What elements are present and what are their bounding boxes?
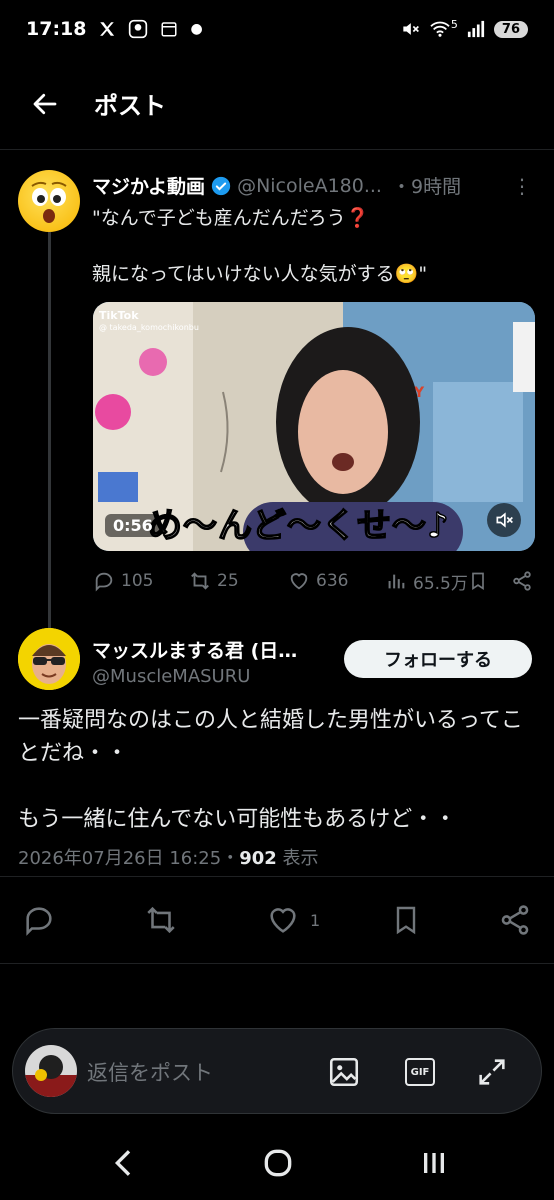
arrow-left-icon: [33, 93, 57, 114]
like-button[interactable]: 1: [266, 903, 320, 937]
reply-views-label: 表示: [276, 848, 319, 869]
tiktok-username: @ takeda_komochikonbu: [99, 323, 199, 332]
more-options-icon[interactable]: ⋮: [512, 174, 532, 198]
gif-icon: GIF: [405, 1058, 435, 1086]
memoji-face-icon: [18, 628, 80, 690]
reply-author-avatar[interactable]: [18, 628, 80, 690]
reply-author-handle[interactable]: @MuscleMASURU: [92, 666, 250, 687]
page-title: ポスト: [94, 92, 166, 120]
profile-notification-icon: [129, 19, 148, 39]
more-notifications-dot: ●: [190, 21, 203, 37]
mute-status-icon: [403, 23, 419, 35]
repost-icon: [147, 906, 175, 934]
reply-author-name[interactable]: マッスルまする君 (日…: [92, 636, 297, 663]
mute-toggle-button[interactable]: [487, 503, 521, 537]
speaker-muted-icon: [496, 512, 513, 528]
back-button[interactable]: [30, 84, 70, 124]
reply-text-line: もう一緒に住んでない可能性もあるけど・・: [18, 807, 457, 832]
reply-icon: [95, 572, 113, 592]
surprised-face-emoji-icon: [31, 181, 67, 223]
reply-timestamp: 2026年07月26日 16:25・: [18, 848, 240, 869]
reply-view-count[interactable]: 902: [239, 848, 277, 869]
repost-icon: [191, 572, 209, 590]
reply-action-bar: 1: [0, 876, 554, 964]
add-gif-button[interactable]: GIF: [403, 1055, 437, 1089]
tweet-text-line: "なんで子ども産んだんだろう❓: [92, 207, 370, 229]
author-avatar[interactable]: [18, 170, 80, 232]
image-icon: [329, 1057, 359, 1087]
reply-meta: 2026年07月26日 16:25・902 表示: [18, 844, 319, 870]
system-back-button[interactable]: [104, 1143, 144, 1183]
reply-button[interactable]: [22, 903, 56, 937]
heart-icon: [270, 908, 296, 933]
heart-icon: [290, 573, 308, 590]
tweet-time: ・9時間: [391, 176, 462, 198]
reply-icon: [26, 907, 52, 936]
views-chart-icon: [388, 574, 405, 589]
tweet-text-line: 親になってはいけない人な気がする🙄": [92, 263, 428, 285]
home-circle-icon: [264, 1149, 292, 1177]
top-bar: ポスト: [0, 58, 554, 150]
share-icon: [501, 905, 529, 935]
reply-input-placeholder[interactable]: 返信をポスト: [87, 1057, 213, 1087]
share-button[interactable]: [498, 903, 532, 937]
tweet-text: "なんで子ども産んだんだろう❓ 親になってはいけない人な気がする🙄": [92, 204, 532, 316]
calendar-notification-icon: [161, 22, 177, 37]
tiktok-watermark: TikTok @ takeda_komochikonbu: [99, 310, 199, 334]
bookmark-icon: [472, 572, 484, 591]
system-home-button[interactable]: [258, 1143, 298, 1183]
wifi-generation-label: 5: [450, 17, 458, 31]
reply-count: 105: [121, 571, 154, 591]
bookmark-button[interactable]: [390, 903, 422, 937]
cell-signal-icon: [467, 20, 485, 38]
status-bar: 17:18 ● 5 76: [0, 0, 554, 58]
tweet-header: マジかよ動画 @NicoleA180... ・9時間 ⋮: [92, 172, 532, 199]
expand-arrows-icon: [479, 1059, 505, 1085]
like-count: 1: [310, 910, 321, 930]
like-count-button[interactable]: 636: [288, 570, 348, 592]
tiktok-label: TikTok: [99, 309, 139, 322]
thread-connector-line: [48, 232, 51, 632]
bookmark-button[interactable]: [468, 570, 488, 597]
system-navigation-bar: [0, 1125, 554, 1200]
reply-text-line: 一番疑問なのはこの人と結婚した男性がいるってことだね・・: [18, 708, 523, 766]
follow-button[interactable]: フォローする: [344, 640, 532, 678]
recents-icon: [424, 1153, 444, 1173]
x-logo-icon: [100, 22, 115, 36]
author-name[interactable]: マジかよ動画: [92, 172, 205, 199]
battery-indicator: 76: [493, 20, 528, 38]
bookmark-icon: [396, 906, 416, 935]
repost-count-button[interactable]: 25: [189, 570, 239, 592]
reply-composer[interactable]: 返信をポスト GIF: [12, 1028, 542, 1114]
chevron-left-icon: [114, 1150, 131, 1176]
share-button[interactable]: [511, 570, 533, 597]
profile-image: [25, 1045, 77, 1097]
video-duration: 0:56: [105, 514, 161, 537]
repost-button[interactable]: [144, 903, 178, 937]
author-handle[interactable]: @NicoleA180...: [237, 175, 382, 197]
view-count: 65.5万: [413, 573, 468, 594]
video-caption: め〜んど〜くせ〜♪: [147, 505, 450, 547]
expand-composer-button[interactable]: [475, 1055, 509, 1089]
like-count: 636: [316, 571, 349, 591]
wifi-icon: [430, 21, 450, 37]
reply-count-button[interactable]: 105: [93, 570, 153, 592]
view-count-button[interactable]: 65.5万: [385, 569, 468, 594]
gif-icon-label: GIF: [410, 1066, 430, 1078]
video-player[interactable]: TOY TikTok @ takeda_komochikonbu め〜んど〜くせ…: [93, 302, 535, 551]
verified-badge-icon: [211, 176, 231, 195]
tweet-metrics: 105 25 636 65.5万: [93, 566, 538, 596]
share-icon: [513, 571, 531, 591]
repost-count: 25: [217, 571, 239, 591]
status-time: 17:18: [26, 18, 87, 40]
system-recents-button[interactable]: [414, 1143, 454, 1183]
add-image-button[interactable]: [327, 1055, 361, 1089]
my-avatar: [25, 1045, 77, 1097]
